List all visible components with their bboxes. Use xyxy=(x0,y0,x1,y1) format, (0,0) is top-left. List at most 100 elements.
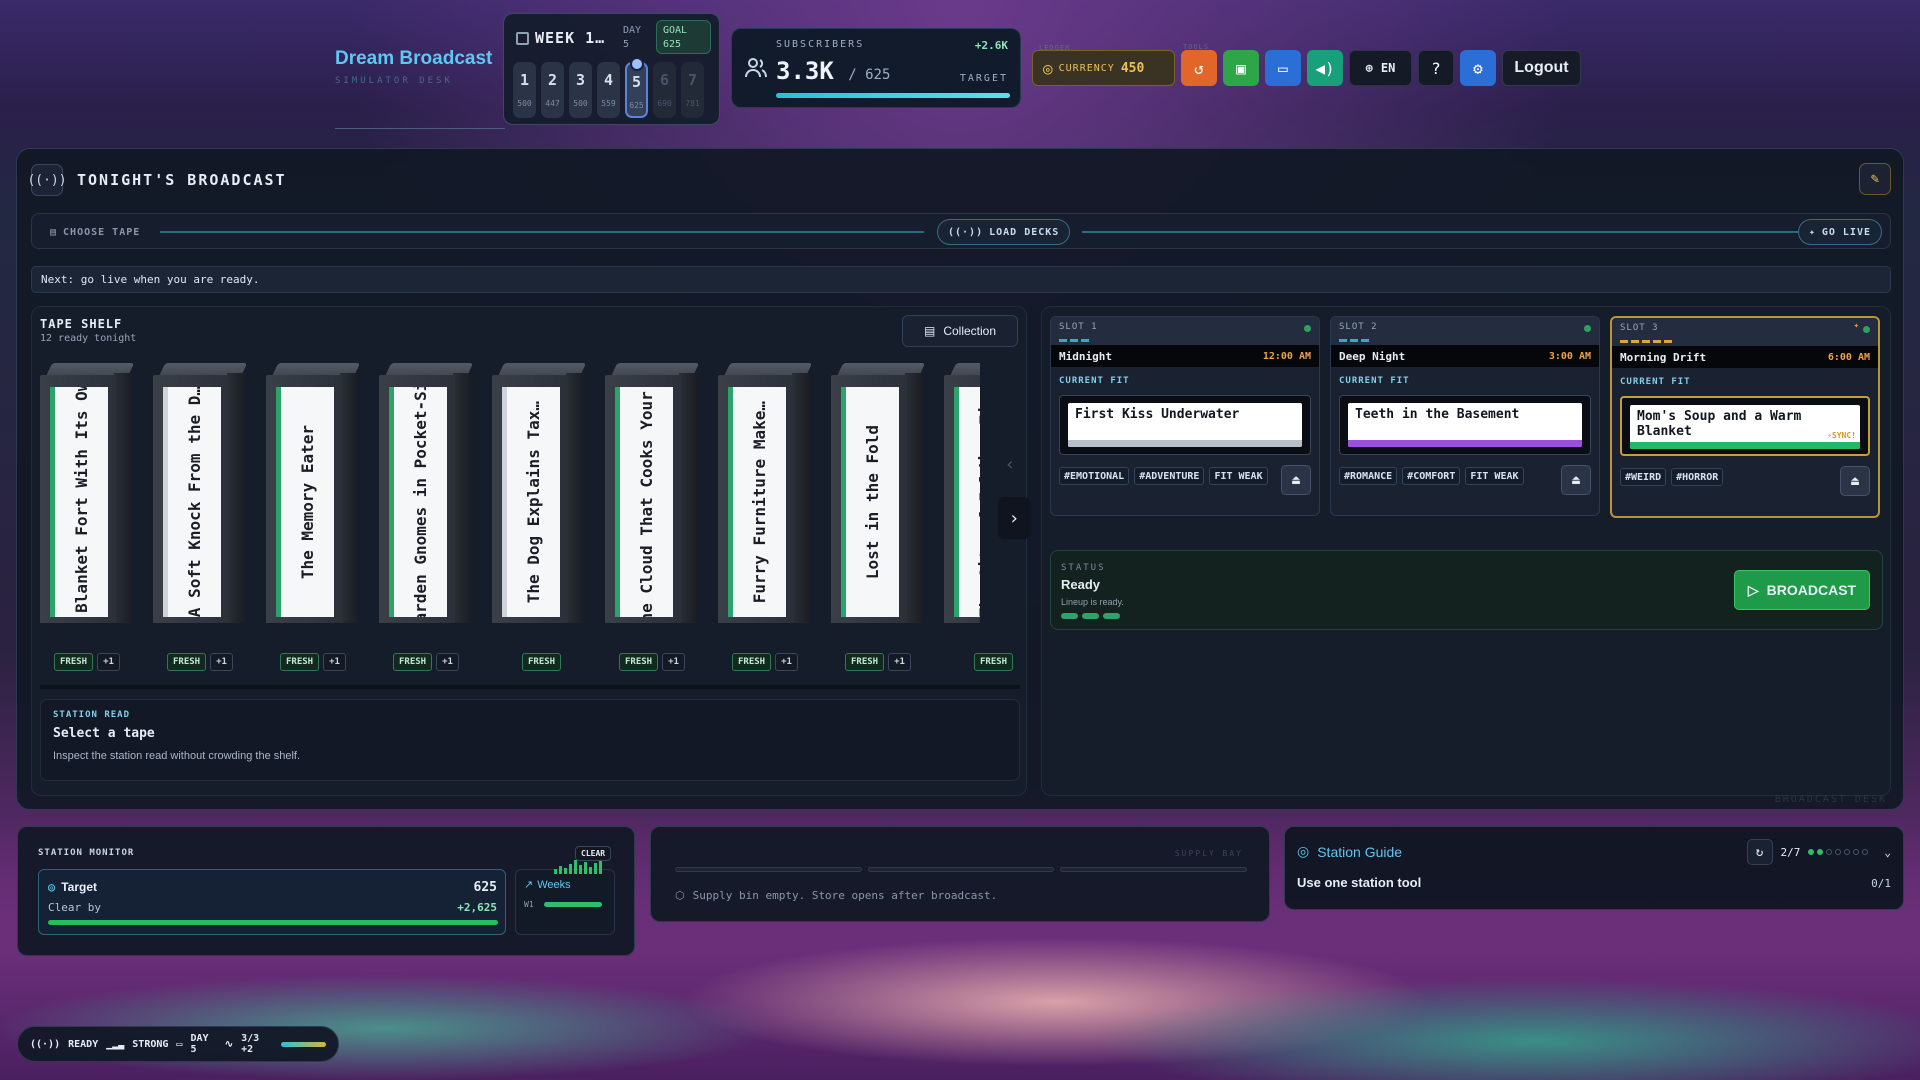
tape-side xyxy=(566,373,584,623)
eject-icon: ⏏ xyxy=(1572,472,1580,488)
day-button-active[interactable]: 5 625 xyxy=(625,57,648,118)
tape-label: A Blanket Fort With Its Ow… xyxy=(50,387,108,617)
deck-slot[interactable]: SLOT 1 Midnight 12:00 AM CURRENT FIT First K… xyxy=(1050,316,1320,516)
deck-slot[interactable]: SLOT 3 ✦ Morning Drift 6:00 AM CURRENT FIT Mo… xyxy=(1610,316,1880,518)
tape-cassette[interactable]: Lost in the Fold xyxy=(831,363,926,623)
tape-cassette[interactable]: Furry Furniture Make… xyxy=(718,363,813,623)
day-number: 5 xyxy=(631,73,642,91)
auto-fill-button[interactable]: ✎ xyxy=(1859,163,1891,195)
tape-stripe xyxy=(1630,442,1860,449)
deck-slot[interactable]: SLOT 2 Deep Night 3:00 AM CURRENT FIT Teeth … xyxy=(1330,316,1600,516)
fresh-badge: FRESH xyxy=(167,653,207,671)
tape-cassette[interactable]: The Dog Explains Tax… xyxy=(492,363,587,623)
station-read-title: Select a tape xyxy=(53,726,155,741)
help-icon: ? xyxy=(1431,58,1441,78)
tape-cassette[interactable]: The Memory Eater xyxy=(266,363,361,623)
guide-title: ◎ Station Guide xyxy=(1297,843,1402,860)
day-button-locked: 6 690 xyxy=(653,62,676,118)
genre-tag: #COMFORT xyxy=(1402,467,1461,485)
tape-side xyxy=(227,373,245,623)
week-row: W1 xyxy=(524,900,602,909)
tape-cassette[interactable]: The City of Folding Time xyxy=(944,363,980,623)
shelf-prev-button[interactable]: ‹ xyxy=(994,444,1026,484)
trend-icon: ↗ xyxy=(524,879,534,891)
step-load-decks[interactable]: ((·)) LOAD DECKS xyxy=(937,219,1071,245)
chevron-down-icon[interactable]: ⌄ xyxy=(1884,846,1891,859)
subscribers-goal: / 625 xyxy=(848,67,891,83)
slot-header: SLOT 3 ✦ xyxy=(1612,318,1878,340)
station-read-caption: STATION READ xyxy=(53,710,131,720)
radio-icon: ((·)) xyxy=(30,1038,61,1050)
sound-button[interactable]: ◀) xyxy=(1307,50,1343,86)
day-button[interactable]: 2 447 xyxy=(541,62,564,118)
broadcast-title: TONIGHT'S BROADCAST xyxy=(77,171,287,189)
step-progress: ▤ CHOOSE TAPE ((·)) LOAD DECKS ✦ GO LIVE xyxy=(31,213,1891,249)
save-button[interactable]: ▣ xyxy=(1223,50,1259,86)
eject-button[interactable]: ⏏ xyxy=(1561,465,1591,495)
shelf-subtitle: 12 ready tonight xyxy=(40,333,137,344)
top-bar: Dream Broadcast SIMULATOR DESK WEEK 1… D… xyxy=(0,0,1920,135)
save-icon: ▣ xyxy=(1236,58,1246,78)
loaded-tape[interactable]: Teeth in the Basement xyxy=(1339,395,1591,455)
slot-label: SLOT 3 xyxy=(1620,323,1659,333)
collection-button[interactable]: ▤ Collection xyxy=(902,315,1018,347)
tape-cassette[interactable]: The Cloud That Cooks Your … xyxy=(605,363,700,623)
users-icon xyxy=(744,57,768,85)
step-label: CHOOSE TAPE xyxy=(63,226,141,238)
shelf-next-button[interactable]: › xyxy=(998,497,1030,539)
settings-icon: ⚙ xyxy=(1473,58,1483,78)
day-selector: 1 500 2 447 3 500 4 559 5 625 6 690 7 781 xyxy=(513,57,704,118)
tape-badges: FRESH xyxy=(974,653,1014,671)
divider xyxy=(335,128,505,129)
day-button[interactable]: 3 500 xyxy=(569,62,592,118)
tape-badges: FRESH +1 xyxy=(845,653,911,671)
brand-subtitle: SIMULATOR DESK xyxy=(335,76,453,86)
tape-row: A Blanket Fort With Its Ow… A Soft Knock … xyxy=(40,363,980,623)
signal-icon: ▁▂▃ xyxy=(106,1038,125,1050)
day-button[interactable]: 4 559 xyxy=(597,62,620,118)
day-goal: 781 xyxy=(685,99,700,108)
day-button[interactable]: 1 500 xyxy=(513,62,536,118)
undo-button[interactable]: TOOLS ↺ xyxy=(1181,43,1217,86)
volume-icon: ◀) xyxy=(1315,58,1335,78)
supply-caption: SUPPLY BAY xyxy=(1174,849,1243,858)
bonus-badge: +1 xyxy=(436,653,459,671)
fresh-badge: FRESH xyxy=(393,653,433,671)
loaded-tape[interactable]: First Kiss Underwater xyxy=(1059,395,1311,455)
language-code: EN xyxy=(1380,61,1396,75)
tape-label: The Cloud That Cooks Your … xyxy=(615,387,673,617)
tape-label: A Soft Knock From the D… xyxy=(163,387,221,617)
language-button[interactable]: ⊕ EN xyxy=(1349,50,1412,86)
weeks-sparkline xyxy=(554,858,602,874)
step-go-live[interactable]: ✦ GO LIVE xyxy=(1797,219,1882,245)
target-label: Target xyxy=(61,880,98,894)
fresh-badge: FRESH xyxy=(280,653,320,671)
tape-stripe xyxy=(1348,440,1582,447)
bonus-badge: +1 xyxy=(888,653,911,671)
slot-status-dot xyxy=(1304,325,1311,332)
loaded-tape[interactable]: Mom's Soup and a Warm Blanket ⚡SYNC! xyxy=(1620,396,1870,456)
currency-display: LEDGER ◎ CURRENCY 450 xyxy=(1032,44,1175,86)
status-strip: ((·)) READY ▁▂▃ STRONG ▭ DAY 5 ∿ 3/3 +2 xyxy=(17,1026,339,1062)
eject-button[interactable]: ⏏ xyxy=(1281,465,1311,495)
genre-tag: #HORROR xyxy=(1671,468,1724,486)
broadcast-button[interactable]: ▷ BROADCAST xyxy=(1734,570,1870,610)
day-caption: DAY xyxy=(623,25,642,36)
eject-button[interactable]: ⏏ xyxy=(1840,466,1870,496)
day-label: DAY 5 xyxy=(190,1033,209,1055)
archive-icon: ▤ xyxy=(50,226,58,238)
loaded-tape-title: Teeth in the Basement xyxy=(1355,407,1520,422)
help-button[interactable]: ? xyxy=(1418,50,1454,86)
toolbar: LEDGER ◎ CURRENCY 450 TOOLS ↺ ▣ ▭ ◀) ⊕ E… xyxy=(1032,43,1581,86)
tape-cassette[interactable]: Garden Gnomes in Pocket-Si… xyxy=(379,363,474,623)
guide-reset-button[interactable]: ↻ xyxy=(1746,839,1773,865)
target-title: ◎ Target xyxy=(48,880,97,894)
tape-cassette[interactable]: A Blanket Fort With Its Ow… xyxy=(40,363,135,623)
open-folder-button[interactable]: ▭ xyxy=(1265,50,1301,86)
settings-button[interactable]: ⚙ xyxy=(1460,50,1496,86)
tape-cassette[interactable]: A Soft Knock From the D… xyxy=(153,363,248,623)
subscribers-delta: +2.6K xyxy=(974,39,1008,52)
step-choose-tape[interactable]: ▤ CHOOSE TAPE xyxy=(40,219,150,245)
logout-button[interactable]: Logout xyxy=(1502,50,1581,86)
deck-slots: SLOT 1 Midnight 12:00 AM CURRENT FIT First K… xyxy=(1041,306,1891,796)
